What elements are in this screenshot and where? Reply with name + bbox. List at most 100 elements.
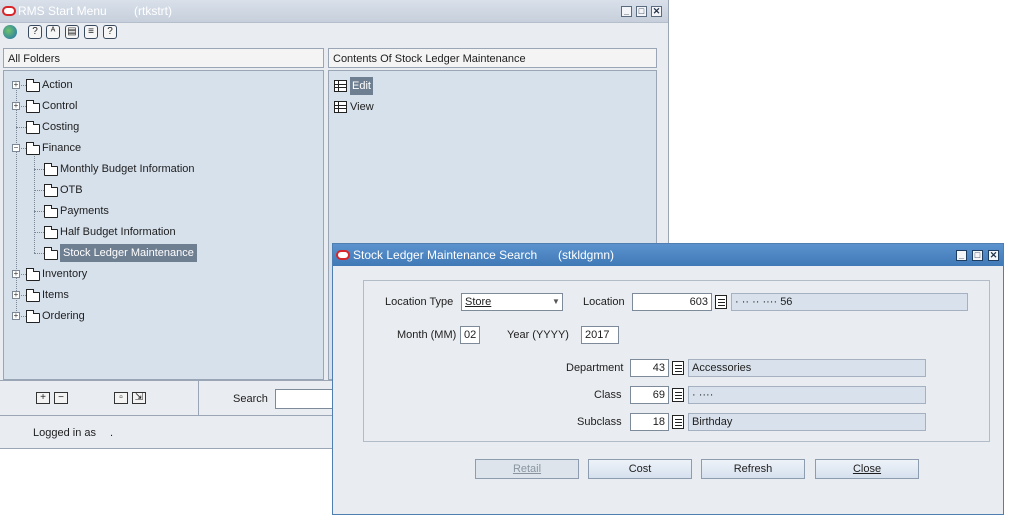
year-field[interactable]: 2017 bbox=[581, 326, 619, 344]
refresh-button[interactable]: Refresh bbox=[701, 459, 805, 479]
expand-icon[interactable]: + bbox=[12, 81, 20, 89]
tree-item-half-budget-information[interactable]: Half Budget Information bbox=[4, 223, 319, 241]
retail-button[interactable]: Retail bbox=[475, 459, 579, 479]
close-button[interactable]: Close bbox=[815, 459, 919, 479]
start-menu-titlebar[interactable]: RMS Start Menu (rtkstrt) _ □ ✕ bbox=[0, 0, 668, 23]
contents-header: Contents Of Stock Ledger Maintenance bbox=[328, 48, 657, 68]
class-lov-icon[interactable] bbox=[672, 388, 684, 402]
oracle-logo-icon bbox=[2, 6, 16, 16]
department-lov-icon[interactable] bbox=[672, 361, 684, 375]
tree-line bbox=[16, 127, 26, 128]
search-window-titlebar[interactable]: Stock Ledger Maintenance Search (stkldgm… bbox=[333, 244, 1003, 266]
help-icon[interactable]: ? bbox=[28, 25, 42, 39]
subclass-description: Birthday bbox=[688, 413, 926, 431]
expand-icon[interactable]: + bbox=[12, 291, 20, 299]
location-type-select[interactable]: Store ▼ bbox=[461, 293, 563, 311]
tree-line bbox=[34, 253, 44, 254]
print-icon[interactable]: ▤ bbox=[65, 25, 79, 39]
folder-icon bbox=[44, 163, 58, 176]
cost-button-label: Cost bbox=[628, 463, 652, 475]
maximize-icon[interactable]: □ bbox=[972, 250, 983, 261]
tree-item-label: Control bbox=[42, 100, 78, 112]
subclass-label: Subclass bbox=[577, 416, 622, 428]
month-field[interactable]: 02 bbox=[460, 326, 480, 344]
expand-icon[interactable]: + bbox=[12, 312, 20, 320]
department-description: Accessories bbox=[688, 359, 926, 377]
folder-icon bbox=[44, 226, 58, 239]
collapse-icon[interactable]: − bbox=[12, 144, 20, 152]
tree-item-payments[interactable]: Payments bbox=[4, 202, 319, 220]
tree-item-label: Items bbox=[42, 289, 69, 301]
contents-item-label: View bbox=[350, 101, 374, 113]
folder-icon bbox=[26, 310, 40, 323]
tree-item-label: Stock Ledger Maintenance bbox=[60, 244, 197, 262]
tree-item-inventory[interactable]: + Inventory bbox=[4, 265, 319, 283]
class-label: Class bbox=[594, 389, 622, 401]
close-icon[interactable]: ✕ bbox=[988, 250, 999, 261]
location-label: Location bbox=[583, 296, 625, 308]
location-type-value: Store bbox=[465, 296, 492, 308]
tree-item-action[interactable]: + Action bbox=[4, 76, 319, 94]
minimize-icon[interactable]: _ bbox=[956, 250, 967, 261]
new-folder-icon[interactable]: ▫ bbox=[114, 392, 128, 404]
export-icon[interactable]: ⇲ bbox=[132, 392, 146, 404]
search-window-form-code: (stkldgmn) bbox=[558, 248, 615, 262]
find-icon[interactable]: ᴬ bbox=[46, 25, 60, 39]
folder-icon bbox=[26, 100, 40, 113]
tree-item-monthly-budget-information[interactable]: Monthly Budget Information bbox=[4, 160, 319, 178]
tree-item-label: Inventory bbox=[42, 268, 88, 280]
grid-icon bbox=[334, 101, 347, 113]
folder-icon bbox=[26, 142, 40, 155]
start-menu-toolbar: ? ᴬ ▤ ≡ ? bbox=[0, 22, 668, 42]
contents-item-label: Edit bbox=[350, 77, 373, 95]
class-field[interactable]: 69 bbox=[630, 386, 669, 404]
divider bbox=[198, 381, 199, 415]
tree-item-otb[interactable]: OTB bbox=[4, 181, 319, 199]
tree-item-label: Monthly Budget Information bbox=[60, 163, 195, 175]
notes-icon[interactable]: ≡ bbox=[84, 25, 98, 39]
oracle-logo-icon bbox=[336, 250, 350, 260]
folder-icon bbox=[26, 268, 40, 281]
class-description: · ···· bbox=[688, 386, 926, 404]
tree-item-stock-ledger-maintenance[interactable]: Stock Ledger Maintenance bbox=[4, 244, 319, 262]
year-label: Year (YYYY) bbox=[507, 329, 569, 341]
tree-item-items[interactable]: + Items bbox=[4, 286, 319, 304]
close-icon[interactable]: ✕ bbox=[651, 6, 662, 17]
location-field[interactable]: 603 bbox=[632, 293, 712, 311]
tree-item-label: Finance bbox=[42, 142, 82, 154]
tree-item-finance[interactable]: − Finance bbox=[4, 139, 319, 157]
tree-item-ordering[interactable]: + Ordering bbox=[4, 307, 319, 325]
search-label: Search bbox=[233, 393, 268, 405]
expand-icon[interactable]: + bbox=[12, 270, 20, 278]
logged-in-user: . bbox=[110, 427, 114, 439]
expand-all-icon[interactable]: + bbox=[36, 392, 50, 404]
department-field[interactable]: 43 bbox=[630, 359, 669, 377]
grid-icon bbox=[334, 80, 347, 92]
folder-icon bbox=[26, 289, 40, 302]
minimize-icon[interactable]: _ bbox=[621, 6, 632, 17]
tree-item-costing[interactable]: Costing bbox=[4, 118, 319, 136]
folder-icon bbox=[26, 79, 40, 92]
info-icon[interactable]: ? bbox=[103, 25, 117, 39]
refresh-button-label: Refresh bbox=[733, 463, 773, 475]
expand-icon[interactable]: + bbox=[12, 102, 20, 110]
close-button-label: Close bbox=[852, 463, 882, 475]
folder-icon bbox=[44, 205, 58, 218]
subclass-lov-icon[interactable] bbox=[672, 415, 684, 429]
all-folders-header: All Folders bbox=[3, 48, 324, 68]
collapse-all-icon[interactable]: − bbox=[54, 392, 68, 404]
search-window-title: Stock Ledger Maintenance Search bbox=[353, 248, 538, 262]
globe-icon[interactable] bbox=[3, 25, 17, 39]
retail-button-label: Retail bbox=[512, 463, 542, 475]
location-lov-icon[interactable] bbox=[715, 295, 727, 309]
cost-button[interactable]: Cost bbox=[588, 459, 692, 479]
search-criteria-group: Location Type Store ▼ Location 603 · ·· … bbox=[363, 280, 990, 442]
maximize-icon[interactable]: □ bbox=[636, 6, 647, 17]
month-label: Month (MM) bbox=[397, 329, 457, 341]
tree-item-label: OTB bbox=[60, 184, 83, 196]
folder-icon bbox=[44, 184, 58, 197]
subclass-field[interactable]: 18 bbox=[630, 413, 669, 431]
tree-item-control[interactable]: + Control bbox=[4, 97, 319, 115]
start-menu-title: RMS Start Menu bbox=[18, 4, 107, 18]
stock-ledger-search-window: Stock Ledger Maintenance Search (stkldgm… bbox=[332, 243, 1004, 515]
